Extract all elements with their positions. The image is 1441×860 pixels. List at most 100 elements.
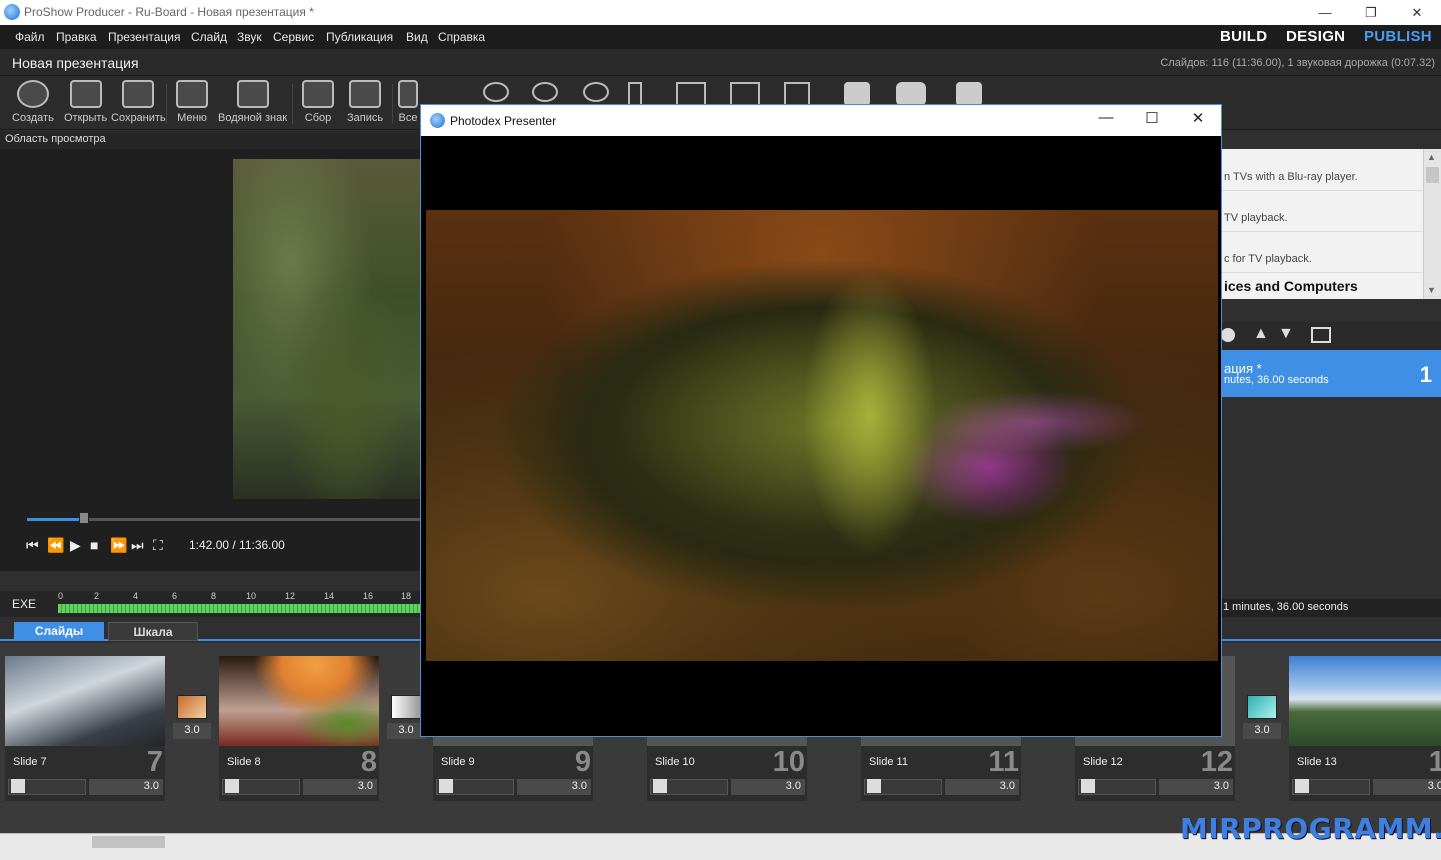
play-slide-icon[interactable] (225, 779, 239, 793)
play-slide-icon[interactable] (653, 779, 667, 793)
show-summary: 1 minutes, 36.00 seconds (1221, 599, 1441, 617)
menu-icon (176, 80, 208, 108)
menu-presentation[interactable]: Презентация (108, 30, 181, 44)
timeline-tick: 6 (172, 591, 178, 601)
list-item[interactable]: c for TV playback. (1224, 253, 1312, 265)
menu-view[interactable]: Вид (406, 30, 428, 44)
html-icon[interactable] (784, 82, 810, 106)
menu-file[interactable]: Файл (15, 30, 45, 44)
scroll-thumb[interactable] (1426, 167, 1439, 183)
menu-service[interactable]: Сервис (273, 30, 314, 44)
slide-duration[interactable]: 3.0 (303, 779, 377, 795)
skip-start-icon[interactable]: ⏮ (26, 537, 39, 554)
publish-options-list[interactable]: n TVs with a Blu-ray player. TV playback… (1221, 149, 1441, 299)
exe-icon[interactable] (676, 82, 706, 106)
scroll-down-icon[interactable]: ▼ (1427, 285, 1436, 295)
video-icon[interactable] (730, 82, 760, 106)
youtube-icon[interactable] (896, 82, 926, 106)
scroll-thumb[interactable] (92, 836, 165, 848)
play-slide-icon[interactable] (1081, 779, 1095, 793)
scroll-up-icon[interactable]: ▲ (1427, 152, 1436, 162)
move-down-icon[interactable]: ▼ (1278, 325, 1294, 343)
camera-icon[interactable] (583, 82, 609, 102)
properties-icon[interactable] (1311, 327, 1331, 343)
slide-duration[interactable]: 3.0 (1373, 779, 1441, 795)
selected-show[interactable]: ация * nutes, 36.00 seconds 1 (1221, 350, 1441, 397)
disc-icon[interactable] (483, 82, 509, 102)
transition[interactable]: 3.0 (1243, 695, 1281, 743)
slide-card[interactable]: Slide 8 8 3.0 (216, 656, 379, 801)
open-button[interactable]: Открыть (64, 80, 107, 128)
slide-duration[interactable]: 3.0 (731, 779, 805, 795)
list-item[interactable]: TV playback. (1224, 212, 1288, 224)
watermark-button[interactable]: Водяной знак (218, 80, 287, 128)
mode-publish[interactable]: PUBLISH (1364, 28, 1432, 45)
seek-handle[interactable] (79, 512, 89, 524)
record-button[interactable]: Запись (347, 80, 383, 128)
mode-build[interactable]: BUILD (1220, 28, 1267, 45)
stop-icon[interactable]: ■ (90, 537, 98, 553)
presenter-minimize-button[interactable]: — (1083, 109, 1129, 133)
record-label: Запись (347, 112, 384, 124)
play-icon[interactable]: ▶ (70, 537, 81, 554)
create-button[interactable]: Создать (12, 80, 54, 128)
slide-duration[interactable]: 3.0 (517, 779, 591, 795)
slide-duration[interactable]: 3.0 (89, 779, 163, 795)
timecode: 1:42.00 / 11:36.00 (189, 538, 285, 552)
menu-slide[interactable]: Слайд (191, 30, 227, 44)
all-button[interactable]: Все (398, 80, 418, 128)
slide-thumbnail (1289, 656, 1441, 746)
menu-sound[interactable]: Звук (237, 30, 262, 44)
save-label: Сохранить (111, 112, 166, 124)
menu-label: Меню (177, 112, 207, 124)
tab-timeline[interactable]: Шкала (108, 622, 198, 641)
rewind-icon[interactable]: ⏪ (47, 537, 64, 554)
slide-card[interactable]: Slide 7 7 3.0 (2, 656, 165, 801)
close-button[interactable]: ✕ (1394, 0, 1440, 25)
tab-slides[interactable]: Слайды (14, 622, 104, 641)
slide-name: Slide 9 (441, 756, 475, 768)
skip-end-icon[interactable]: ⏭ (131, 537, 144, 554)
slide-name: Slide 7 (13, 756, 47, 768)
mode-design[interactable]: DESIGN (1286, 28, 1345, 45)
presenter-maximize-button[interactable]: ☐ (1129, 109, 1175, 133)
transition[interactable]: 3.0 (173, 695, 211, 743)
play-slide-icon[interactable] (11, 779, 25, 793)
play-slide-icon[interactable] (867, 779, 881, 793)
menu-button[interactable]: Меню (176, 80, 208, 128)
menu-edit[interactable]: Правка (56, 30, 97, 44)
all-label: Все (398, 112, 418, 124)
timeline-tick: 14 (324, 591, 335, 601)
usb-icon[interactable] (628, 82, 642, 106)
fast-forward-icon[interactable]: ⏩ (110, 537, 127, 554)
presenter-close-button[interactable]: ✕ (1175, 109, 1221, 133)
move-up-icon[interactable]: ▲ (1253, 325, 1269, 343)
slide-card[interactable]: Slide 13 13 3.0 (1286, 656, 1441, 801)
menu-publication[interactable]: Публикация (326, 30, 393, 44)
upload-icon (398, 80, 418, 108)
slide-caption: Slide 9 9 3.0 (433, 746, 593, 801)
fullscreen-icon[interactable]: ⛶ (153, 537, 163, 554)
slide-duration[interactable]: 3.0 (945, 779, 1019, 795)
transition-duration[interactable]: 3.0 (1243, 723, 1281, 739)
transition-duration[interactable]: 3.0 (173, 723, 211, 739)
slide-caption: Slide 7 7 3.0 (5, 746, 165, 801)
maximize-button[interactable]: ❐ (1348, 0, 1394, 25)
list-scrollbar[interactable]: ▲ ▼ (1423, 149, 1441, 299)
vimeo-icon[interactable] (844, 82, 870, 106)
toolbar-divider (392, 84, 393, 124)
collect-button[interactable]: Сбор (302, 80, 334, 128)
slide-duration[interactable]: 3.0 (1159, 779, 1233, 795)
bluray-icon[interactable] (532, 82, 558, 102)
minimize-button[interactable]: — (1302, 0, 1348, 25)
save-button[interactable]: Сохранить (111, 80, 166, 128)
remove-icon[interactable] (1221, 328, 1235, 342)
menu-help[interactable]: Справка (438, 30, 485, 44)
presenter-title: Photodex Presenter (450, 114, 557, 128)
play-slide-icon[interactable] (1295, 779, 1309, 793)
facebook-icon[interactable] (956, 82, 982, 106)
list-item[interactable]: n TVs with a Blu-ray player. (1224, 171, 1358, 183)
play-slide-icon[interactable] (439, 779, 453, 793)
slide-name: Slide 11 (869, 756, 908, 768)
timeline-tick: 10 (246, 591, 257, 601)
